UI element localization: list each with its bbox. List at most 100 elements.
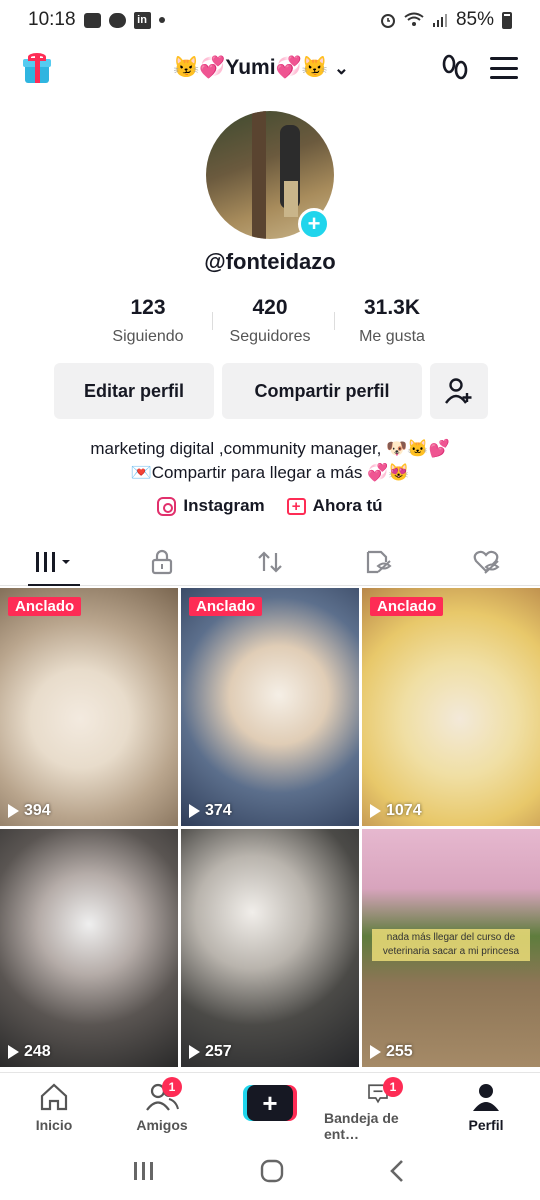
- add-story-button[interactable]: +: [298, 208, 330, 240]
- ahora-tu-link[interactable]: + Ahora tú: [286, 496, 383, 516]
- video-thumbnail[interactable]: 248: [0, 829, 178, 1067]
- instagram-link[interactable]: Instagram: [157, 496, 265, 516]
- nav-label: Inicio: [35, 1117, 73, 1133]
- gallery-icon: [83, 12, 101, 28]
- play-icon: [189, 1045, 200, 1059]
- play-icon: [8, 804, 19, 818]
- profile-stats: 123 Siguiendo 420 Seguidores 31.3K Me gu…: [90, 296, 450, 346]
- add-friend-button[interactable]: [430, 363, 488, 419]
- wifi-icon: [404, 12, 424, 26]
- recent-apps-icon[interactable]: [132, 1160, 156, 1182]
- stat-label: Seguidores: [229, 328, 311, 345]
- profile-avatar[interactable]: +: [206, 111, 334, 240]
- view-count-value: 257: [205, 1043, 232, 1060]
- view-count: 248: [8, 1043, 51, 1061]
- stat-number: 123: [130, 296, 166, 319]
- play-icon: [370, 804, 381, 818]
- view-count: 257: [189, 1043, 232, 1061]
- gift-icon[interactable]: [22, 53, 52, 83]
- profile-handle: @fonteidazo: [204, 249, 336, 274]
- instagram-icon: [157, 496, 177, 516]
- hidden-likes-icon: [366, 550, 392, 573]
- inbox-badge: 1: [383, 1077, 403, 1097]
- status-bar: 10:18 in 85%: [0, 0, 540, 40]
- profile-links: Instagram + Ahora tú: [0, 496, 540, 516]
- stat-label: Siguiendo: [112, 328, 184, 345]
- video-thumbnail[interactable]: Anclado 374: [181, 588, 359, 826]
- tab-reposts[interactable]: [216, 538, 324, 585]
- nav-home[interactable]: Inicio: [0, 1073, 108, 1142]
- video-thumbnail[interactable]: nada más llegar del curso de veterinaria…: [362, 829, 540, 1067]
- tab-favorites[interactable]: [324, 538, 432, 585]
- status-time: 10:18: [28, 9, 76, 30]
- system-nav: [0, 1142, 540, 1200]
- grid-icon: [36, 551, 70, 572]
- content-tabs: [0, 538, 540, 586]
- pinned-badge: Anclado: [8, 597, 82, 616]
- stat-label: Me gusta: [359, 328, 425, 345]
- instagram-label: Instagram: [183, 496, 265, 515]
- play-icon: [189, 804, 200, 818]
- view-count-value: 255: [386, 1043, 413, 1060]
- bio-line: marketing digital ,community manager, 🐶🐱…: [90, 439, 450, 458]
- view-count-value: 394: [24, 802, 51, 819]
- play-icon: [8, 1045, 19, 1059]
- edit-profile-button[interactable]: Editar perfil: [54, 363, 214, 419]
- lock-icon: [151, 549, 173, 574]
- nav-inbox[interactable]: 1 Bandeja de ent…: [324, 1073, 432, 1142]
- stat-number: 420: [252, 296, 288, 319]
- stat-likes[interactable]: 31.3K Me gusta: [334, 296, 450, 346]
- video-thumbnail[interactable]: 257: [181, 829, 359, 1067]
- account-name: 😼💞Yumi💞😼: [173, 56, 328, 79]
- create-button[interactable]: +: [243, 1085, 297, 1121]
- tab-videos[interactable]: [0, 538, 108, 586]
- header-actions: [440, 53, 518, 83]
- status-right: 85%: [380, 9, 512, 31]
- ahora-tu-label: Ahora tú: [312, 496, 383, 515]
- stat-following[interactable]: 123 Siguiendo: [90, 296, 206, 346]
- play-icon: [370, 1045, 381, 1059]
- home-button-icon[interactable]: [260, 1159, 284, 1183]
- nav-create[interactable]: +: [216, 1073, 324, 1142]
- more-notifications-icon: [158, 17, 165, 23]
- view-count: 394: [8, 802, 51, 820]
- heart-hidden-icon: [473, 550, 500, 574]
- video-thumbnail[interactable]: Anclado 1074: [362, 588, 540, 826]
- plus-icon: +: [247, 1085, 293, 1121]
- share-profile-button[interactable]: Compartir perfil: [222, 363, 422, 419]
- pinned-badge: Anclado: [189, 597, 263, 616]
- nav-profile[interactable]: Perfil: [432, 1073, 540, 1142]
- view-count: 255: [370, 1043, 413, 1061]
- linkedin-icon: in: [133, 11, 151, 29]
- home-icon: [40, 1083, 68, 1111]
- cloud-icon: [108, 12, 126, 28]
- video-caption: nada más llegar del curso de veterinaria…: [372, 929, 530, 961]
- signal-icon: [432, 14, 447, 27]
- back-icon[interactable]: [388, 1159, 408, 1183]
- profile-actions: Editar perfil Compartir perfil: [54, 363, 488, 419]
- repost-icon: [258, 550, 282, 573]
- nav-label: Amigos: [136, 1117, 188, 1133]
- menu-icon[interactable]: [490, 57, 518, 79]
- stat-followers[interactable]: 420 Seguidores: [212, 296, 328, 346]
- add-user-icon: [445, 378, 472, 404]
- chevron-down-icon: ⌄: [333, 57, 349, 78]
- account-switcher[interactable]: 😼💞Yumi💞😼 ⌄: [173, 56, 349, 80]
- view-count-value: 248: [24, 1043, 51, 1060]
- add-post-icon: +: [286, 497, 306, 515]
- battery-percent: 85%: [455, 9, 494, 30]
- tab-private[interactable]: [108, 538, 216, 585]
- tab-liked[interactable]: [432, 538, 540, 585]
- alarm-icon: [380, 14, 395, 28]
- profile-icon: [473, 1084, 499, 1111]
- video-thumbnail[interactable]: Anclado 394: [0, 588, 178, 826]
- nav-friends[interactable]: 1 Amigos: [108, 1073, 216, 1142]
- view-count: 1074: [370, 802, 422, 820]
- nav-label: Bandeja de ent…: [324, 1110, 399, 1142]
- view-count: 374: [189, 802, 232, 820]
- profile-bio: marketing digital ,community manager, 🐶🐱…: [0, 437, 540, 485]
- video-grid: Anclado 394 Anclado 374 Anclado 1074 248…: [0, 588, 540, 1067]
- bottom-nav: Inicio 1 Amigos + 1 Bandeja de ent… Perf…: [0, 1072, 540, 1142]
- footprints-icon[interactable]: [440, 53, 470, 83]
- status-left: 10:18 in: [28, 9, 165, 31]
